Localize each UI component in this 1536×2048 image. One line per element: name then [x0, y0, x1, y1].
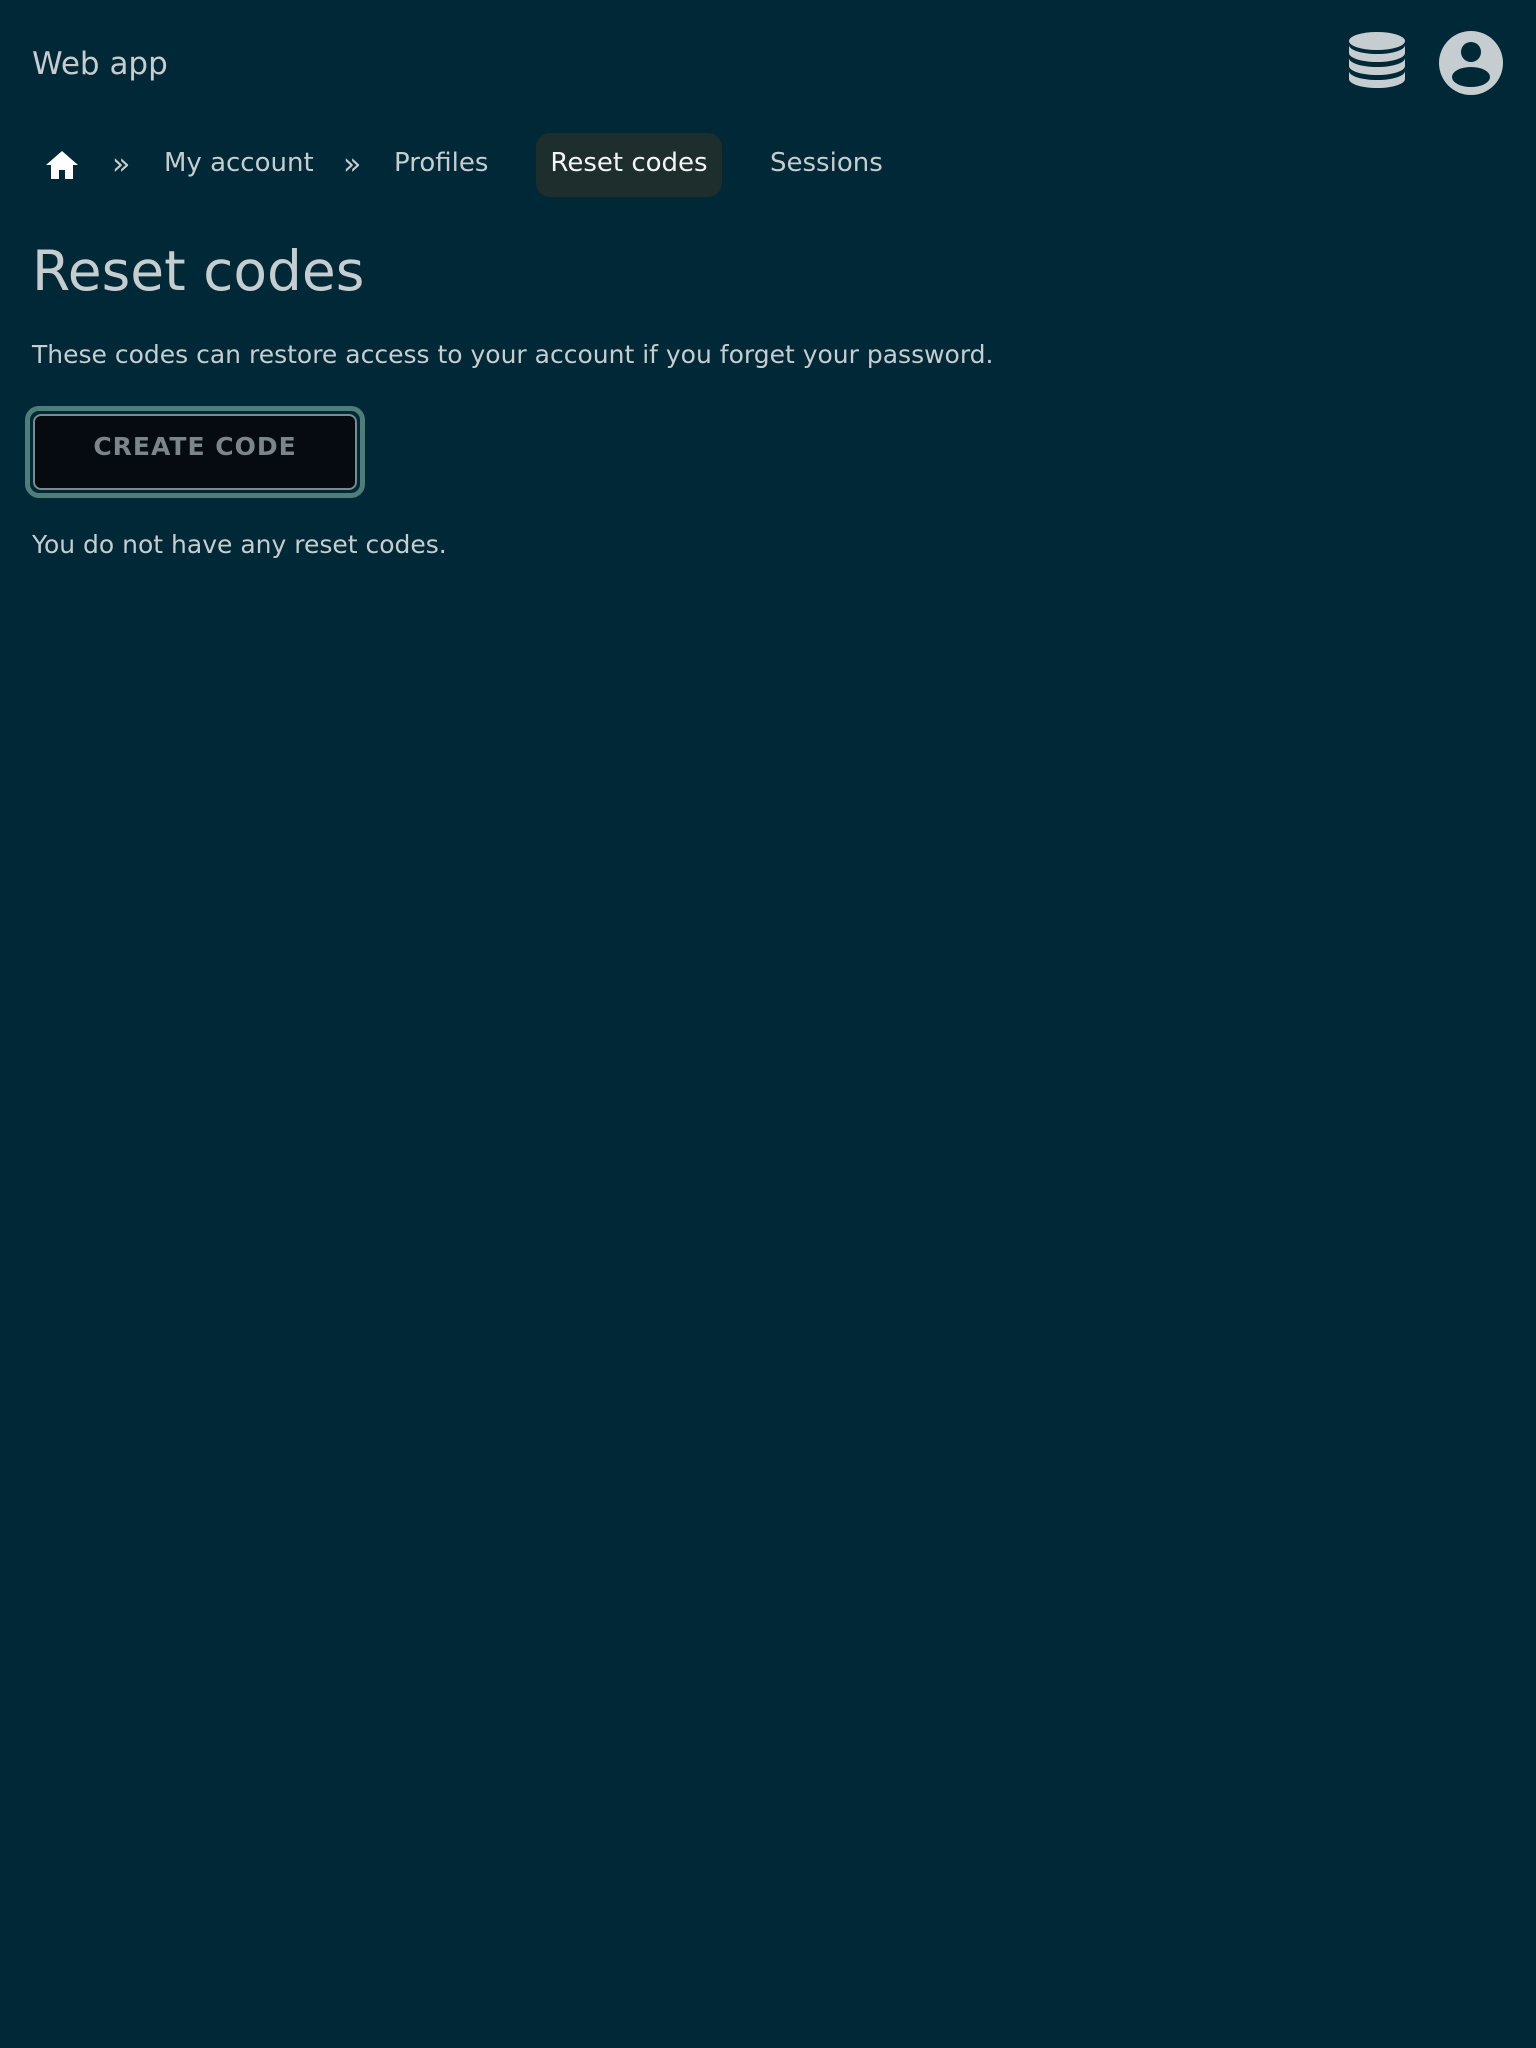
app-header: Web app — [0, 0, 1536, 128]
breadcrumb-separator: » — [112, 147, 131, 182]
breadcrumb-my-account[interactable]: My account — [164, 133, 314, 197]
create-code-focus-ring: CREATE CODE — [25, 406, 365, 498]
home-icon[interactable] — [44, 147, 80, 183]
page-title: Reset codes — [32, 239, 365, 303]
nav-profiles[interactable]: Profiles — [394, 133, 488, 197]
nav-sessions[interactable]: Sessions — [770, 133, 883, 197]
account-circle-icon[interactable] — [1438, 30, 1504, 96]
app-title[interactable]: Web app — [32, 40, 168, 88]
database-icon[interactable] — [1344, 30, 1410, 96]
page-description: These codes can restore access to your a… — [32, 340, 994, 369]
create-code-button[interactable]: CREATE CODE — [33, 414, 357, 490]
breadcrumb-separator: » — [343, 147, 362, 182]
empty-state-message: You do not have any reset codes. — [32, 530, 447, 559]
nav-reset-codes-active[interactable]: Reset codes — [536, 133, 722, 197]
